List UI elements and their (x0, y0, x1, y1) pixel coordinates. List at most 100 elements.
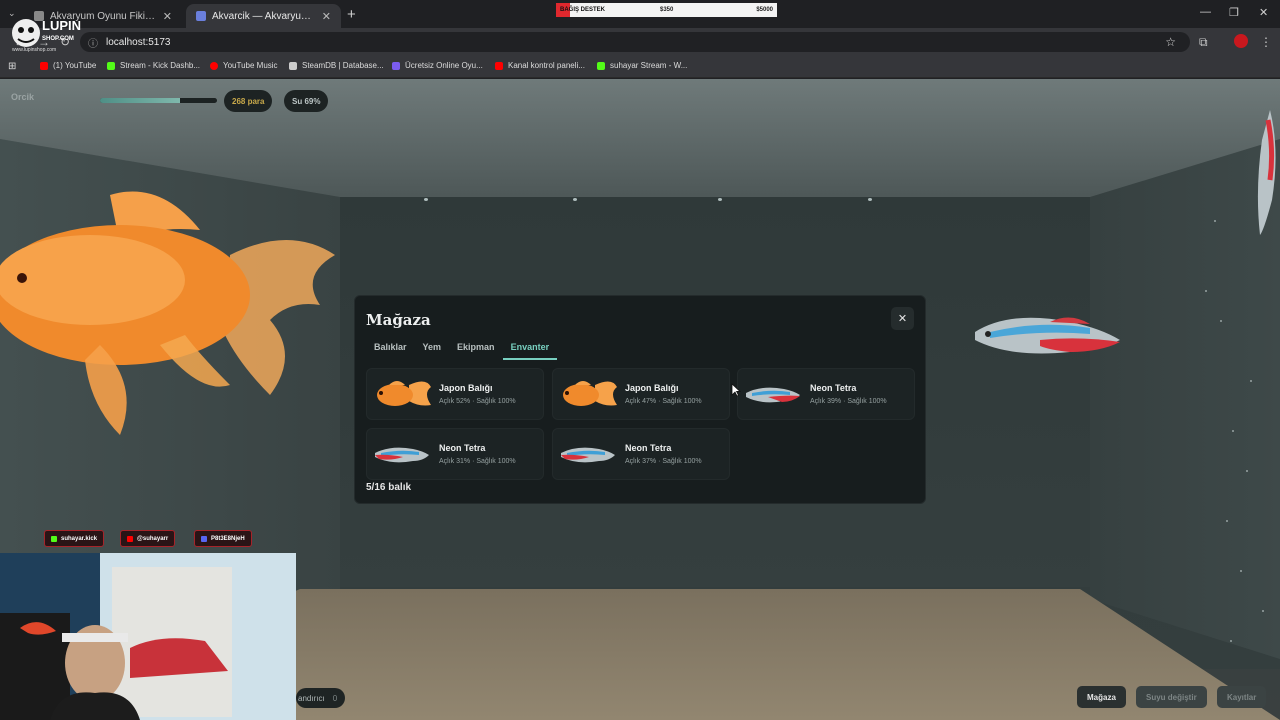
logs-button[interactable]: Kayıtlar (1217, 686, 1267, 708)
svg-text:LUPIN: LUPIN (42, 18, 81, 33)
tab-food[interactable]: Yem (415, 342, 450, 360)
social-label: suhayar.kick (61, 535, 98, 542)
goldfish-large[interactable] (0, 185, 340, 450)
neon-tetra-swimming[interactable] (970, 310, 1130, 370)
bubble (1205, 290, 1207, 292)
youtube-icon (40, 61, 48, 70)
bookmark-label: Kanal kontrol paneli... (508, 61, 585, 70)
social-discord: P8t3E8NjeH (194, 530, 252, 547)
change-water-button[interactable]: Suyu değiştir (1136, 686, 1207, 708)
svg-text:SHOP.COM: SHOP.COM (42, 36, 74, 42)
money-badge: 268 para (224, 90, 273, 112)
inventory-card[interactable]: Japon Balığı Açlık 47% · Sağlık 100% (552, 368, 730, 420)
bubble (1250, 380, 1252, 382)
youtube-studio-icon (495, 61, 503, 70)
shop-button[interactable]: Mağaza (1077, 686, 1126, 708)
fish-stats: Açlık 39% · Sağlık 100% (810, 398, 887, 405)
bookmark-channel-panel[interactable]: Kanal kontrol paneli... (495, 61, 585, 70)
kick-icon (51, 535, 57, 542)
fish-count: 5/16 balık (366, 482, 412, 493)
goldfish-icon (377, 381, 431, 406)
bookmark-steamdb[interactable]: SteamDB | Database... (289, 61, 384, 70)
tank-progress-fill (100, 98, 180, 103)
light-spot (573, 198, 577, 201)
fish-name: Neon Tetra (810, 383, 857, 393)
fish-stats: Açlık 52% · Sağlık 100% (439, 398, 516, 405)
bookmark-kick-stream[interactable]: suhayar Stream - W... (597, 61, 687, 70)
url-field[interactable]: ⓘ localhost:5173 ☆ (80, 32, 1190, 52)
bookmark-label: SteamDB | Database... (302, 61, 384, 70)
social-label: @suhayarr (137, 535, 169, 542)
bookmark-kick[interactable]: Stream - Kick Dashb... (107, 61, 200, 70)
neon-tetra-icon (561, 447, 615, 463)
tab-fish[interactable]: Balıklar (366, 342, 415, 360)
close-window-icon[interactable]: ✕ (1259, 6, 1268, 19)
bookmark-youtube[interactable]: (1) YouTube (40, 61, 96, 70)
bookmark-online-games[interactable]: Ücretsiz Online Oyu... (392, 61, 483, 70)
light-spot (424, 198, 428, 201)
bubble (1240, 570, 1242, 572)
donation-current: $350 (660, 7, 674, 13)
donation-goal: $5000 (756, 7, 773, 13)
tab-label: Akvarcik — Akvaryum Yönetimi (212, 10, 316, 22)
light-spot (718, 198, 722, 201)
social-youtube: @suhayarr (120, 530, 176, 547)
url-text: localhost:5173 (106, 36, 171, 48)
inventory-card[interactable]: Japon Balığı Açlık 52% · Sağlık 100% (366, 368, 544, 420)
restore-icon[interactable]: ❐ (1229, 6, 1239, 19)
fish-name: Neon Tetra (439, 443, 486, 453)
close-modal-button[interactable]: ✕ (891, 307, 914, 330)
fish-stats: Açlık 47% · Sağlık 100% (625, 398, 702, 405)
apps-icon[interactable]: ⊞ (8, 61, 16, 72)
bookmark-label: (1) YouTube (53, 61, 97, 70)
bookmark-youtube-music[interactable]: YouTube Music (210, 61, 278, 70)
steamdb-icon (289, 61, 297, 70)
browser-tab-bar: ⌄ Akvaryum Oyunu Fikir Geliştirm ✕ Akvar… (0, 0, 1280, 28)
kick-icon (107, 61, 115, 70)
fish-stats: Açlık 37% · Sağlık 100% (625, 458, 702, 465)
neon-tetra-edge (1257, 110, 1276, 235)
mouse-cursor-icon (731, 383, 741, 397)
fish-stats: Açlık 31% · Sağlık 100% (439, 458, 516, 465)
discord-icon (201, 535, 207, 542)
profile-avatar[interactable] (1234, 34, 1248, 48)
bubble (1226, 520, 1228, 522)
bubble (1246, 470, 1248, 472)
tank-progress-bar (100, 98, 217, 103)
extensions-icon[interactable]: ⧉ (1199, 35, 1208, 50)
game-site-icon (392, 61, 400, 70)
modal-title: Mağaza (366, 311, 431, 329)
fish-name: Japon Balığı (625, 383, 679, 393)
youtube-music-icon (210, 61, 218, 70)
bubble (1232, 430, 1234, 432)
tab-close-icon[interactable]: ✕ (163, 10, 172, 23)
bookmark-label: suhayar Stream - W... (610, 61, 688, 70)
feeder-count: 0 (332, 693, 338, 703)
new-tab-icon[interactable]: + (347, 6, 356, 23)
fish-name: Neon Tetra (625, 443, 672, 453)
address-bar-row: ← → ↻ ⓘ localhost:5173 ☆ ⧉ ⋮ (0, 28, 1280, 56)
svg-text:www.lupinshop.com: www.lupinshop.com (12, 47, 56, 53)
tank-name: Orcik (11, 92, 35, 102)
tab-equipment[interactable]: Ekipman (449, 342, 503, 360)
fish-name: Japon Balığı (439, 383, 493, 393)
bookmark-label: YouTube Music (223, 61, 278, 70)
tab-favicon (196, 11, 206, 21)
bubble (1214, 220, 1216, 222)
bookmark-star-icon[interactable]: ☆ (1165, 35, 1176, 49)
inventory-card[interactable]: Neon Tetra Açlık 39% · Sağlık 100% (737, 368, 915, 420)
shop-modal: Mağaza ✕ Balıklar Yem Ekipman Envanter J… (354, 295, 926, 504)
tab-close-icon[interactable]: ✕ (322, 10, 331, 23)
donation-label: BAĞIŞ DESTEK (560, 7, 606, 13)
neon-tetra-icon (375, 447, 429, 463)
minimize-icon[interactable]: — (1200, 6, 1211, 18)
webcam-overlay (0, 553, 296, 720)
bookmark-label: Ücretsiz Online Oyu... (405, 61, 483, 70)
tab-inventory[interactable]: Envanter (502, 342, 558, 360)
menu-icon[interactable]: ⋮ (1260, 35, 1272, 49)
feeder-toggle[interactable]: andırıcı 0 (296, 688, 346, 708)
inventory-card[interactable]: Neon Tetra Açlık 37% · Sağlık 100% (552, 428, 730, 480)
bubble (1230, 640, 1232, 642)
inventory-card[interactable]: Neon Tetra Açlık 31% · Sağlık 100% (366, 428, 544, 480)
browser-tab-2[interactable]: Akvarcik — Akvaryum Yönetimi ✕ (186, 4, 341, 28)
